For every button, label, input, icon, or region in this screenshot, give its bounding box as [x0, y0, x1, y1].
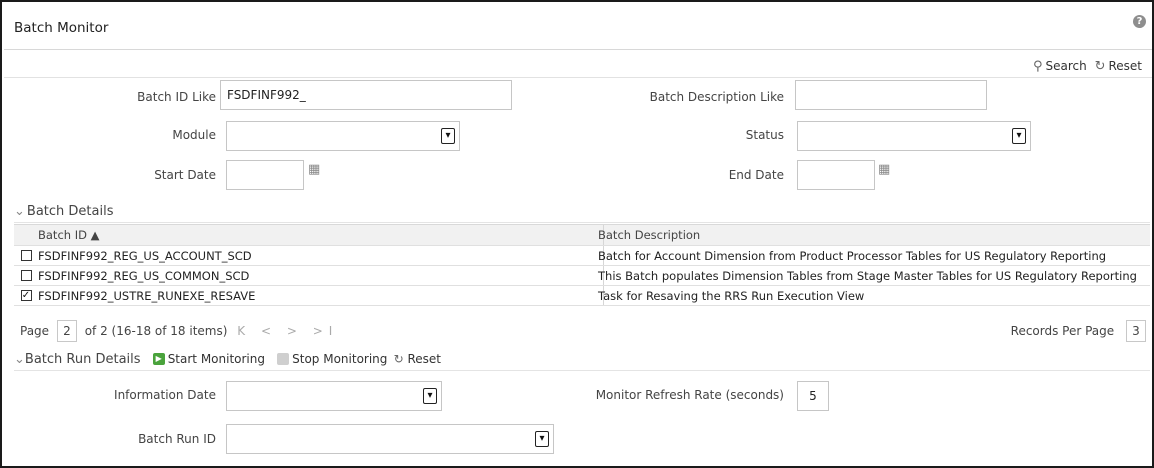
- checkbox-unchecked[interactable]: [20, 250, 32, 261]
- page-title: Batch Monitor: [14, 20, 109, 36]
- batch-desc-label: Batch Description Like: [649, 90, 784, 104]
- module-select[interactable]: ▾: [226, 121, 460, 151]
- column-header-batch-description[interactable]: Batch Description: [594, 225, 1150, 245]
- pager: Page 2 of 2 (16-18 of 18 items) K < > >I: [20, 320, 338, 342]
- calendar-icon[interactable]: ▦: [308, 162, 320, 177]
- module-label: Module: [172, 128, 216, 142]
- chevron-down-icon: ▾: [423, 388, 437, 404]
- end-date-input[interactable]: [797, 160, 875, 190]
- chevron-down-icon: ▾: [535, 431, 549, 447]
- table-header-row: Batch ID ▲ Batch Description: [14, 225, 1150, 246]
- search-toolbar: ⚲ Search ↻ Reset: [1033, 59, 1142, 74]
- batch-details-title: Batch Details: [26, 204, 114, 219]
- pager-nav-icons[interactable]: K < > >I: [237, 324, 338, 338]
- records-per-page-label: Records Per Page: [1010, 324, 1115, 338]
- batch-id-cell: FSDFINF992_USTRE_RUNEXE_RESAVE: [34, 286, 604, 305]
- batch-desc-cell: This Batch populates Dimension Tables fr…: [598, 269, 1137, 283]
- batch-details-table: Batch ID ▲ Batch Description FSDFINF992_…: [14, 224, 1150, 306]
- chevron-down-icon[interactable]: ⌄: [14, 352, 25, 367]
- information-date-label: Information Date: [114, 388, 216, 402]
- information-date-select[interactable]: ▾: [226, 381, 442, 411]
- start-monitoring-button[interactable]: ▶ Start Monitoring: [152, 352, 265, 366]
- batch-desc-cell: Task for Resaving the RRS Run Execution …: [598, 289, 865, 303]
- stop-icon: [277, 352, 290, 365]
- status-select[interactable]: ▾: [797, 121, 1031, 151]
- batch-id-label: Batch ID Like: [137, 90, 216, 104]
- refresh-rate-label: Monitor Refresh Rate (seconds): [595, 388, 784, 402]
- batch-run-id-label: Batch Run ID: [138, 432, 216, 446]
- run-reset-label: Reset: [407, 352, 441, 366]
- title-bar: Batch Monitor ?: [4, 4, 1152, 50]
- batch-id-input[interactable]: FSDFINF992_: [220, 80, 512, 110]
- records-per-page-input[interactable]: 3: [1126, 320, 1146, 342]
- chevron-down-icon: ▾: [441, 128, 455, 144]
- status-label: Status: [745, 128, 784, 142]
- stop-monitoring-button[interactable]: Stop Monitoring: [277, 352, 387, 366]
- batch-id-cell: FSDFINF992_REG_US_COMMON_SCD: [34, 266, 604, 285]
- reset-icon: ↻: [393, 352, 404, 366]
- calendar-icon[interactable]: ▦: [878, 162, 890, 177]
- batch-desc-cell: Batch for Account Dimension from Product…: [598, 249, 1107, 263]
- divider: [14, 222, 1150, 223]
- end-date-label: End Date: [728, 168, 784, 182]
- records-per-page: Records Per Page 3: [1011, 320, 1146, 342]
- checkbox-unchecked[interactable]: [20, 270, 32, 281]
- chevron-down-icon: ▾: [1012, 128, 1026, 144]
- search-button[interactable]: ⚲ Search: [1032, 59, 1087, 74]
- table-row[interactable]: FSDFINF992_REG_US_ACCOUNT_SCD Batch for …: [14, 246, 1150, 266]
- checkbox-checked[interactable]: ✓: [20, 290, 32, 301]
- reset-label: Reset: [1108, 59, 1142, 73]
- stop-monitoring-label: Stop Monitoring: [292, 352, 388, 366]
- help-icon[interactable]: ?: [1133, 15, 1146, 28]
- start-monitoring-label: Start Monitoring: [167, 352, 265, 366]
- table-row[interactable]: FSDFINF992_REG_US_COMMON_SCD This Batch …: [14, 266, 1150, 286]
- reset-button[interactable]: ↻ Reset: [1094, 59, 1142, 74]
- refresh-rate-input[interactable]: 5: [797, 381, 829, 411]
- column-header-batch-id[interactable]: Batch ID ▲: [34, 225, 604, 245]
- start-date-input[interactable]: [226, 160, 304, 190]
- batch-monitor-window: Batch Monitor ? ⚲ Search ↻ Reset Batch ID …: [0, 0, 1154, 468]
- run-reset-button[interactable]: ↻ Reset: [394, 352, 441, 366]
- play-icon: ▶: [152, 352, 165, 365]
- page-info: of 2 (16-18 of 18 items): [84, 324, 228, 338]
- batch-desc-input[interactable]: [795, 80, 987, 110]
- search-icon: ⚲: [1032, 59, 1043, 74]
- batch-run-details-title[interactable]: Batch Run Details: [25, 352, 141, 367]
- batch-id-cell: FSDFINF992_REG_US_ACCOUNT_SCD: [34, 246, 604, 265]
- page-number-input[interactable]: 2: [56, 320, 77, 342]
- start-date-label: Start Date: [154, 168, 216, 182]
- divider: [14, 370, 1150, 371]
- reset-icon: ↻: [1094, 59, 1106, 74]
- search-label: Search: [1045, 59, 1087, 73]
- batch-details-header[interactable]: ⌄ Batch Details: [14, 204, 113, 219]
- page-label: Page: [20, 324, 50, 338]
- batch-run-id-select[interactable]: ▾: [226, 424, 554, 454]
- divider: [4, 77, 1152, 78]
- batch-run-details-header: ⌄Batch Run Details ▶ Start Monitoring Sto…: [14, 352, 441, 367]
- table-row[interactable]: ✓ FSDFINF992_USTRE_RUNEXE_RESAVE Task fo…: [14, 286, 1150, 306]
- chevron-down-icon: ⌄: [14, 204, 25, 219]
